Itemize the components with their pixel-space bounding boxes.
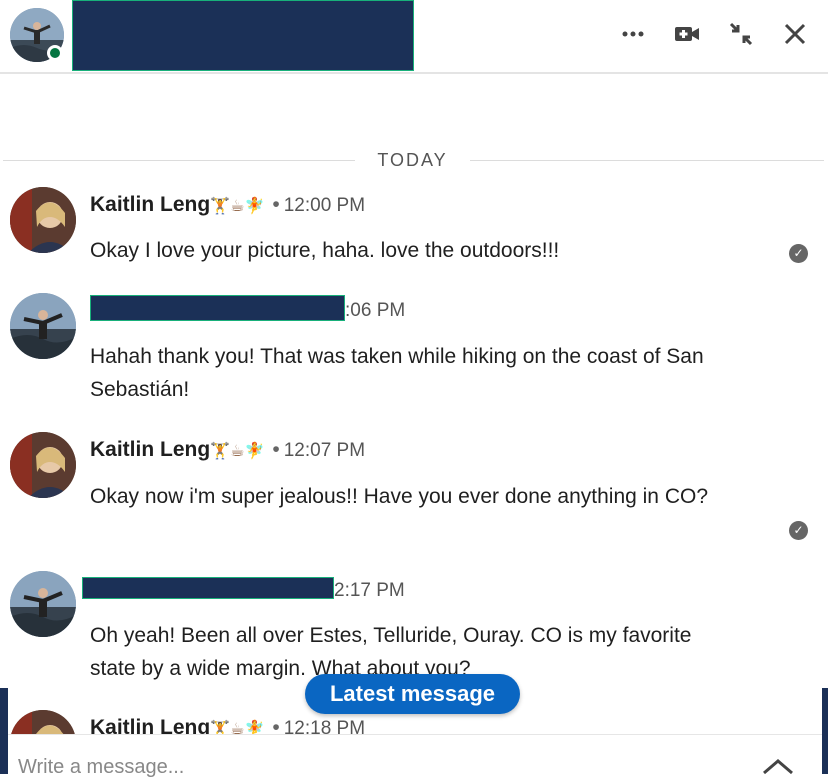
message-time: 12:00 PM [283, 195, 366, 216]
more-horizontal-icon [622, 31, 644, 37]
minimize-icon [729, 22, 753, 46]
message-time: :06 PM [345, 300, 406, 321]
close-icon [784, 23, 806, 45]
online-status-icon [47, 45, 63, 61]
message-text: Okay I love your picture, haha. love the… [90, 239, 560, 262]
divider-line [470, 160, 824, 161]
minimize-button[interactable] [728, 16, 754, 52]
redacted-sender-name [90, 295, 345, 321]
redacted-contact-name [72, 0, 414, 71]
video-call-icon [675, 27, 699, 41]
message-input-placeholder[interactable]: Write a message... [18, 756, 184, 779]
message-time: 12:07 PM [283, 440, 366, 461]
date-divider-label: TODAY [377, 150, 448, 170]
read-receipt-icon: ✓ [789, 244, 808, 263]
redacted-sender-name [82, 577, 334, 599]
sender-avatar[interactable] [10, 293, 76, 359]
read-receipt-icon: ✓ [789, 521, 808, 540]
sender-name[interactable]: Kaitlin Leng [90, 193, 210, 216]
sender-emoji: 🏋☕🧚 [210, 443, 265, 460]
close-button[interactable] [782, 16, 808, 52]
message-text: Okay now i'm super jealous!! Have you ev… [90, 485, 709, 508]
sender-emoji: 🏋☕🧚 [210, 198, 265, 215]
expand-chevron-icon[interactable] [760, 755, 796, 775]
date-divider: TODAY [0, 146, 828, 176]
message-meta: Kaitlin Leng🏋☕🧚 • 12:00 PM [90, 193, 365, 217]
video-call-button[interactable] [674, 16, 700, 52]
more-options-button[interactable] [620, 16, 646, 52]
sender-name[interactable]: Kaitlin Leng [90, 438, 210, 461]
sender-avatar[interactable] [10, 571, 76, 637]
chat-header [0, 0, 828, 74]
sender-avatar[interactable] [10, 187, 76, 253]
message-meta: Kaitlin Leng🏋☕🧚 • 12:07 PM [90, 438, 365, 462]
sender-avatar[interactable] [10, 432, 76, 498]
divider-line [3, 160, 355, 161]
latest-message-button[interactable]: Latest message [305, 674, 520, 714]
message-time: 2:17 PM [334, 580, 405, 601]
separator-dot: • [272, 193, 280, 216]
separator-dot: • [272, 438, 280, 461]
message-text: Hahah thank you! That was taken while hi… [90, 345, 704, 401]
